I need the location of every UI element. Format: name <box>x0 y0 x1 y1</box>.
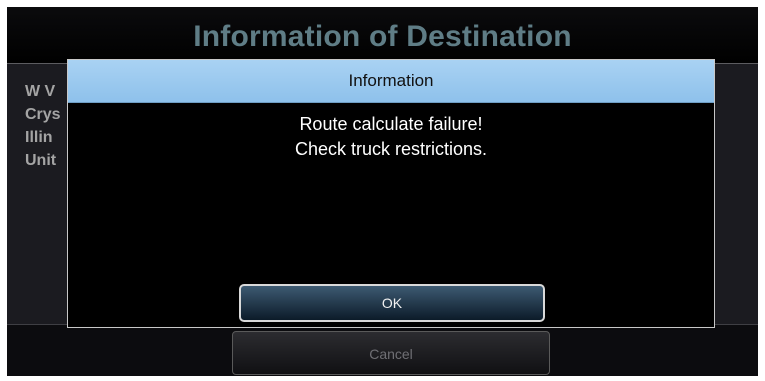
ok-button[interactable]: OK <box>239 284 545 322</box>
dialog-title-bar: Information <box>68 60 714 103</box>
page-title: Information of Destination <box>193 20 572 53</box>
information-dialog: Information Route calculate failure! Che… <box>67 59 715 328</box>
cancel-button[interactable]: Cancel <box>232 331 550 375</box>
message-line-restrictions: Check truck restrictions. <box>294 139 488 159</box>
dialog-title: Information <box>348 71 434 90</box>
navigation-screen: Information of Destination W V Crys Illi… <box>7 7 758 376</box>
dialog-message: Route calculate failure! Check truck res… <box>68 112 714 162</box>
page-header: Information of Destination <box>7 7 758 64</box>
message-line-failure: Route calculate failure! <box>299 114 483 134</box>
